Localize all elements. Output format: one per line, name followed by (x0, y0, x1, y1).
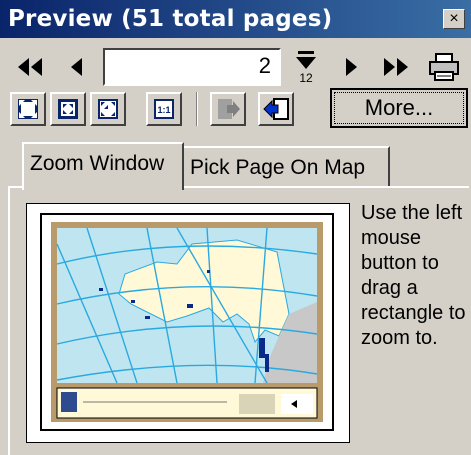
page-number-input[interactable]: 2 (103, 48, 281, 86)
toolbar-separator (196, 92, 198, 126)
last-page-button[interactable] (378, 52, 414, 82)
go-to-page-button[interactable]: 12 (290, 48, 322, 86)
previous-page-icon (71, 58, 82, 76)
zoom-in-icon (58, 99, 78, 119)
more-button[interactable]: More... (330, 88, 468, 128)
tab-zoom-window[interactable]: Zoom Window (22, 142, 184, 190)
zoom-instruction-text: Use the left mouse button to drag a rect… (361, 202, 466, 349)
close-icon: × (449, 10, 459, 27)
first-page-button[interactable] (12, 52, 48, 82)
zoom-full-extent-button[interactable] (10, 92, 46, 126)
import-page-icon (263, 98, 289, 120)
tab-pick-page-on-map[interactable]: Pick Page On Map (184, 146, 390, 186)
more-button-label: More... (334, 92, 464, 124)
zoom-out-icon (98, 99, 118, 119)
export-page-button[interactable] (210, 92, 246, 126)
go-to-page-icon: 12 (296, 51, 316, 85)
zoom-in-button[interactable] (50, 92, 86, 126)
svg-text:12: 12 (299, 71, 313, 85)
zoom-actual-size-icon: 1:1 (154, 99, 174, 119)
zoom-full-extent-icon (18, 99, 38, 119)
actual-size-label: 1:1 (157, 105, 170, 115)
export-page-icon (218, 99, 240, 119)
last-page-icon (384, 58, 408, 76)
zoom-out-button[interactable] (90, 92, 126, 126)
map-thumbnail (40, 213, 334, 431)
close-button[interactable]: × (443, 9, 465, 29)
window-title: Preview (51 total pages) (8, 6, 333, 32)
import-page-button[interactable] (258, 92, 294, 126)
first-page-icon (18, 58, 42, 76)
print-icon (429, 53, 459, 81)
next-page-icon (346, 58, 357, 76)
window-titlebar[interactable]: Preview (51 total pages) × (0, 0, 471, 38)
zoom-window-map[interactable] (26, 203, 350, 443)
print-button[interactable] (424, 50, 464, 84)
zoom-actual-size-button[interactable]: 1:1 (146, 92, 182, 126)
next-page-button[interactable] (336, 52, 366, 82)
previous-page-button[interactable] (62, 52, 92, 82)
